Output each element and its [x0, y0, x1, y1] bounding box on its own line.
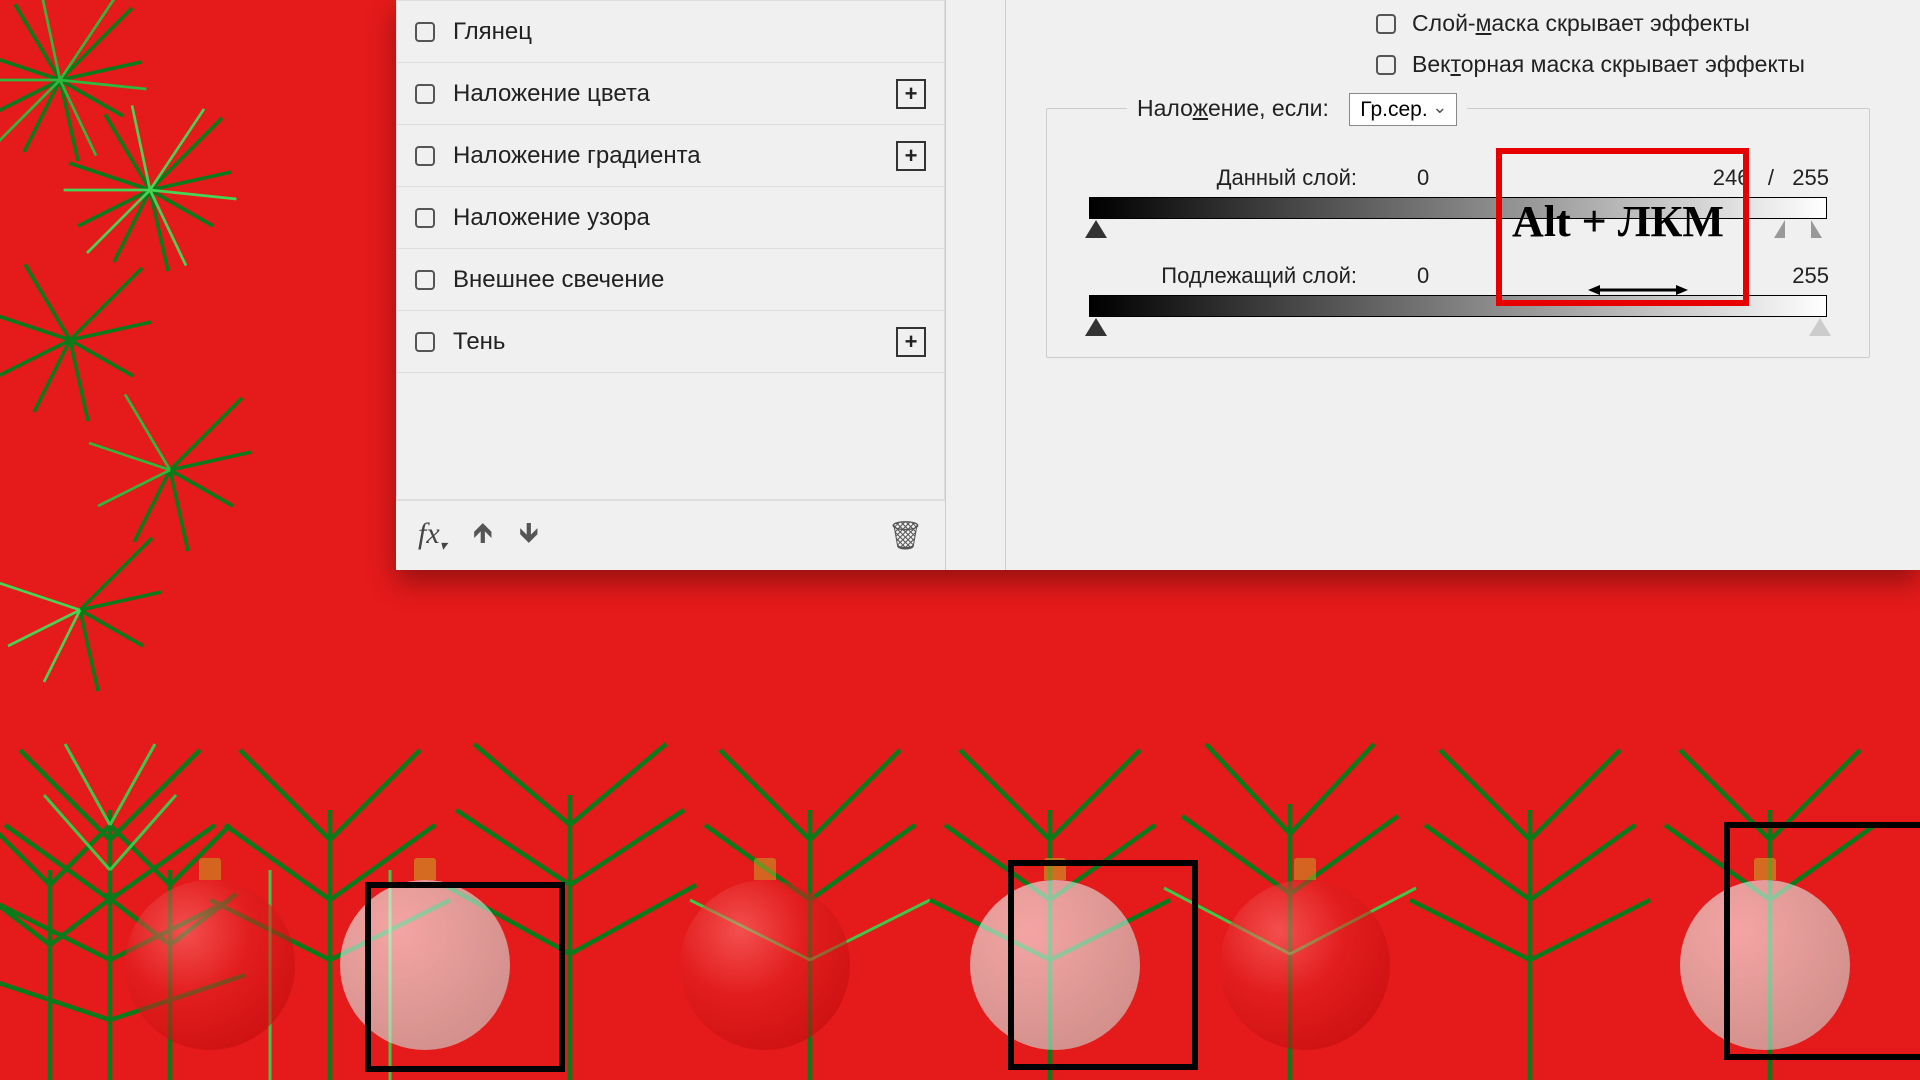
blending-options-panel: Слой-маска скрывает эффекты Векторная ма… — [1006, 0, 1920, 570]
add-effect-button[interactable]: + — [896, 79, 926, 109]
checkbox-label: Векторная маска скрывает эффекты — [1412, 51, 1805, 78]
effect-row[interactable]: Наложение градиента + — [397, 125, 944, 187]
gradient-bar[interactable] — [1089, 295, 1827, 317]
effect-row[interactable]: Глянец — [397, 1, 944, 63]
trash-icon[interactable]: 🗑 — [887, 519, 923, 552]
effect-row[interactable]: Тень + — [397, 311, 944, 373]
pine-branch — [0, 0, 150, 170]
ornament-ball — [1220, 880, 1390, 1050]
fx-menu-button[interactable]: fx▾ — [418, 517, 447, 555]
layer-style-dialog: ГлянецНаложение цвета+Наложение градиент… — [396, 0, 1920, 570]
blend-if-legend: Наложение, если: Гр.сер. — [1127, 93, 1467, 126]
effects-footer: fx▾ 🡹 🡻 🗑 — [396, 500, 945, 570]
ornament-ball — [680, 880, 850, 1050]
effect-label: Тень — [453, 328, 505, 356]
ornament-ball — [125, 880, 295, 1050]
pine-branch — [80, 380, 260, 560]
effect-row[interactable]: Наложение цвета + — [397, 63, 944, 125]
checkbox-label: Слой-маска скрывает эффекты — [1412, 10, 1750, 37]
effect-label: Глянец — [453, 18, 532, 46]
slider-handle-black[interactable] — [1085, 318, 1107, 336]
this-layer-slider: Данный слой: 0 246 / 255 — [1087, 165, 1829, 219]
slider-handle-white-left[interactable] — [1774, 220, 1796, 238]
checkbox-icon[interactable] — [1376, 14, 1396, 34]
checkbox-icon[interactable] — [415, 332, 435, 352]
effects-panel: ГлянецНаложение цвета+Наложение градиент… — [396, 0, 946, 570]
checkbox-icon[interactable] — [415, 22, 435, 42]
pine-border — [0, 660, 1920, 1080]
effects-list[interactable]: ГлянецНаложение цвета+Наложение градиент… — [396, 0, 945, 500]
ornament-ball — [1680, 880, 1850, 1050]
checkbox-icon[interactable] — [1376, 55, 1396, 75]
layer-mask-checkbox-row[interactable]: Слой-маска скрывает эффекты — [1046, 10, 1870, 37]
slider-min-value: 0 — [1417, 165, 1527, 191]
ornament-ball — [970, 880, 1140, 1050]
move-up-button[interactable]: 🡹 — [473, 512, 493, 560]
effect-label: Наложение градиента — [453, 142, 701, 170]
gradient-bar[interactable] — [1089, 197, 1827, 219]
effect-label: Наложение цвета — [453, 80, 650, 108]
checkbox-icon[interactable] — [415, 146, 435, 166]
slider-max-value: 246 / 255 — [1527, 165, 1829, 191]
vector-mask-checkbox-row[interactable]: Векторная маска скрывает эффекты — [1046, 51, 1870, 78]
slider-handle-white-right[interactable] — [1800, 220, 1822, 238]
add-effect-button[interactable]: + — [896, 327, 926, 357]
underlying-layer-slider: Подлежащий слой: 0 255 — [1087, 263, 1829, 317]
ornament-ball — [340, 880, 510, 1050]
slider-label: Данный слой: — [1087, 165, 1417, 191]
effect-label: Внешнее свечение — [453, 266, 664, 294]
blend-if-dropdown[interactable]: Гр.сер. — [1349, 93, 1457, 126]
checkbox-icon[interactable] — [415, 84, 435, 104]
move-down-button[interactable]: 🡻 — [519, 512, 539, 560]
pine-branch — [0, 250, 160, 430]
checkbox-icon[interactable] — [415, 270, 435, 290]
slider-max-value: 255 — [1527, 263, 1829, 289]
effect-row[interactable]: Внешнее свечение — [397, 249, 944, 311]
checkbox-icon[interactable] — [415, 208, 435, 228]
slider-min-value: 0 — [1417, 263, 1527, 289]
slider-handle-white[interactable] — [1809, 318, 1831, 336]
effect-label: Наложение узора — [453, 204, 650, 232]
blend-if-group: Наложение, если: Гр.сер. Данный слой: 0 … — [1046, 108, 1870, 358]
pine-branch — [60, 100, 240, 280]
slider-handle-black[interactable] — [1085, 220, 1107, 238]
effect-row[interactable]: Наложение узора — [397, 187, 944, 249]
slider-label: Подлежащий слой: — [1087, 263, 1417, 289]
add-effect-button[interactable]: + — [896, 141, 926, 171]
